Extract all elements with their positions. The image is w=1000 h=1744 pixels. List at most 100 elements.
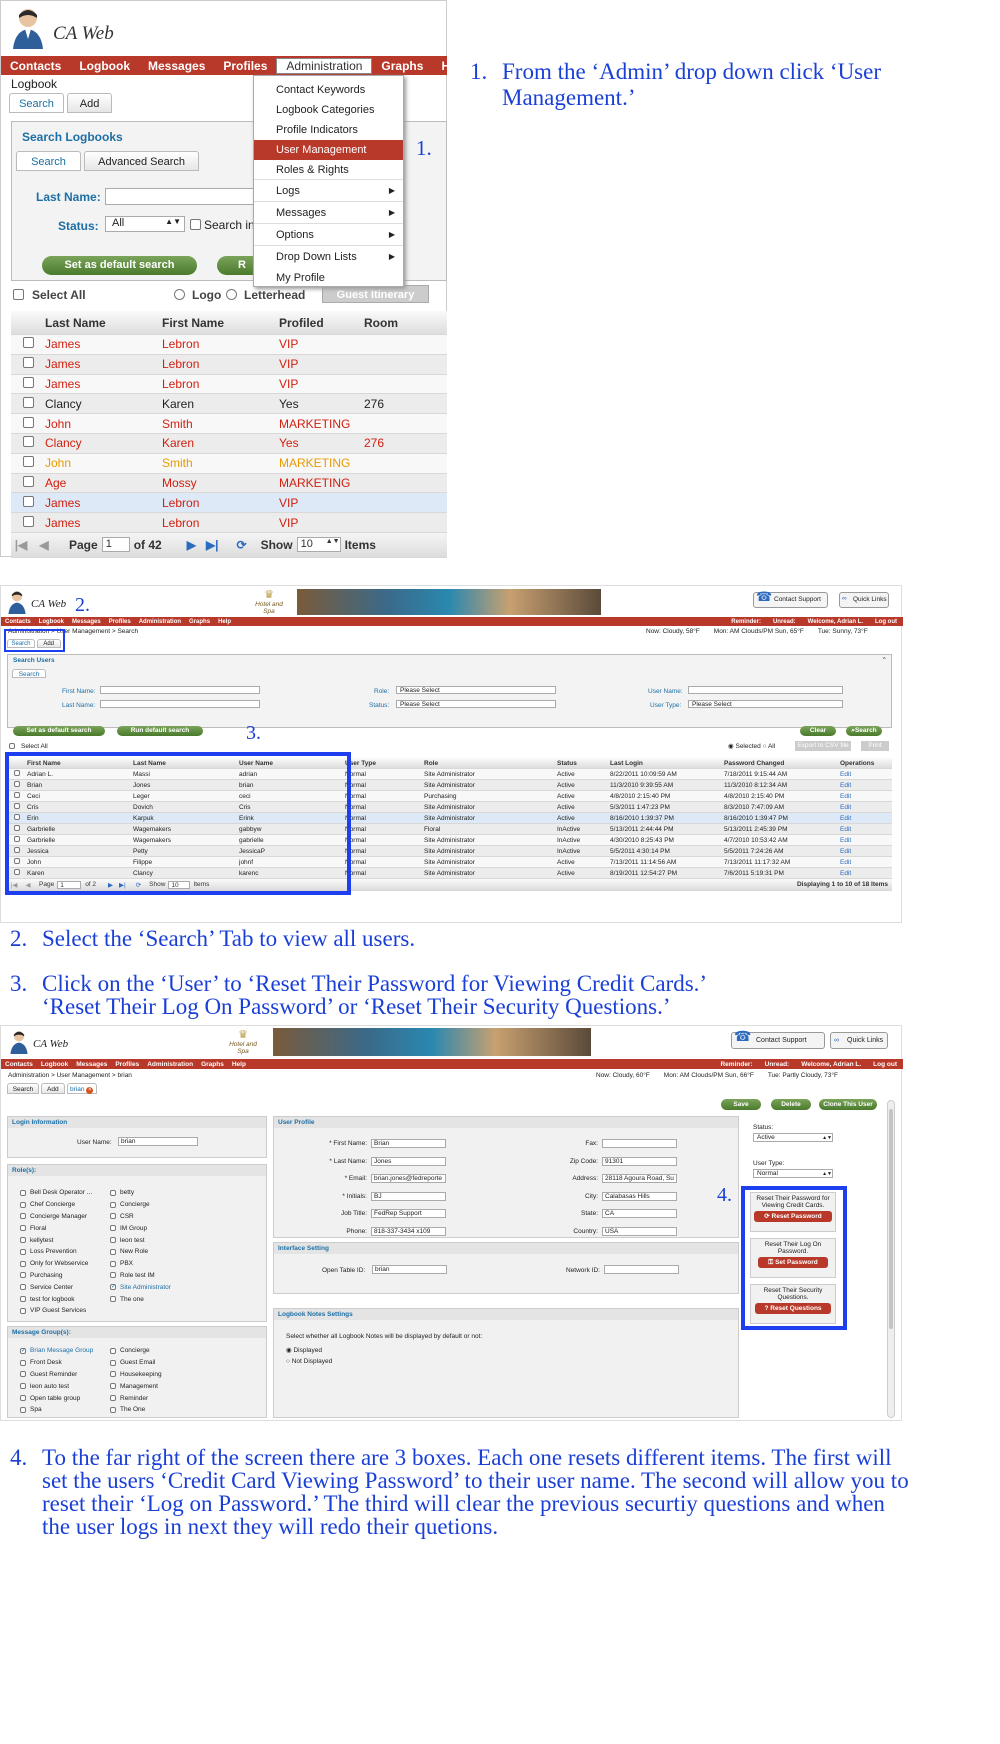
col-password-changed[interactable]: Password Changed: [724, 760, 840, 767]
tab-add[interactable]: Add: [36, 639, 61, 648]
checkbox[interactable]: [20, 1284, 26, 1291]
field-input[interactable]: Brian: [371, 1139, 446, 1149]
nav-profiles[interactable]: Profiles: [214, 59, 276, 73]
col-profiled[interactable]: Profiled: [279, 316, 364, 330]
nav-logbook[interactable]: Logbook: [35, 619, 68, 625]
letterhead-radio[interactable]: [226, 289, 237, 300]
reset-questions-button[interactable]: ? Reset Questions: [755, 1303, 831, 1314]
field-input[interactable]: [602, 1139, 677, 1149]
cell-edit-link[interactable]: Edit: [840, 771, 880, 778]
checkbox[interactable]: [20, 1201, 26, 1208]
subtab-search[interactable]: Search: [16, 151, 81, 171]
nav-contacts[interactable]: Contacts: [1, 619, 35, 625]
checkbox[interactable]: [20, 1395, 26, 1402]
close-tab-icon[interactable]: ×: [86, 1087, 94, 1094]
clone-user-button[interactable]: Clone This User: [819, 1099, 877, 1110]
selected-radio-label[interactable]: ◉ Selected ○ All: [728, 742, 775, 750]
checkbox[interactable]: [110, 1296, 116, 1303]
row-checkbox[interactable]: [22, 337, 34, 349]
field-input[interactable]: USA: [602, 1226, 677, 1236]
next-page-icon[interactable]: ▶: [187, 538, 196, 552]
row-checkbox[interactable]: [22, 416, 34, 428]
checkbox-item[interactable]: The one: [110, 1293, 171, 1305]
checkbox-item[interactable]: Concierge: [110, 1345, 162, 1357]
nav-messages[interactable]: Messages: [68, 619, 105, 625]
checkbox-item[interactable]: IM Group: [110, 1222, 171, 1234]
nav-messages[interactable]: Messages: [139, 59, 214, 73]
unread-label[interactable]: Unread:: [767, 619, 802, 625]
open-table-input[interactable]: brian: [372, 1265, 447, 1274]
col-role[interactable]: Role: [424, 760, 557, 767]
nav-logbook[interactable]: Logbook: [70, 59, 139, 73]
table-row[interactable]: John Smith MARKETING: [11, 453, 447, 474]
checkbox-item[interactable]: Reminder: [110, 1392, 162, 1404]
menu-profile-indicators[interactable]: Profile Indicators: [254, 120, 403, 140]
checkbox-item[interactable]: Role test IM: [110, 1270, 171, 1282]
checkbox[interactable]: [110, 1213, 116, 1220]
checkbox[interactable]: [110, 1371, 116, 1378]
nav-help[interactable]: Help: [214, 619, 235, 625]
menu-user-management[interactable]: User Management: [254, 140, 403, 160]
checkbox-item[interactable]: Loss Prevention: [20, 1246, 92, 1258]
displayed-radio[interactable]: ◉ Displayed: [286, 1346, 322, 1354]
user-type-select[interactable]: Please Select: [688, 700, 843, 708]
table-row[interactable]: James Lebron VIP: [11, 354, 447, 375]
checkbox[interactable]: [110, 1260, 116, 1267]
first-page-icon[interactable]: |◀: [11, 538, 31, 552]
select-all-checkbox[interactable]: [9, 743, 15, 749]
checkbox[interactable]: [20, 1371, 26, 1378]
row-checkbox[interactable]: [22, 357, 34, 369]
checkbox-item[interactable]: Concierge Manager: [20, 1211, 92, 1223]
checkbox[interactable]: [110, 1395, 116, 1402]
row-checkbox[interactable]: [22, 495, 34, 507]
last-name-input[interactable]: [100, 700, 260, 708]
contact-support-button[interactable]: ☎ Contact Support: [753, 590, 828, 608]
delete-button[interactable]: Delete: [771, 1099, 811, 1110]
col-user-type[interactable]: User Type: [345, 760, 424, 767]
checkbox-item[interactable]: Purchasing: [20, 1270, 92, 1282]
cell-edit-link[interactable]: Edit: [840, 848, 880, 855]
checkbox-item[interactable]: New Role: [110, 1246, 171, 1258]
field-input[interactable]: BJ: [371, 1191, 446, 1201]
checkbox[interactable]: [20, 1248, 26, 1255]
checkbox-item[interactable]: ✓ Site Administrator: [110, 1281, 171, 1293]
checkbox-item[interactable]: Front Desk: [20, 1357, 93, 1369]
nav-administration[interactable]: Administration: [135, 619, 185, 625]
col-room[interactable]: Room: [364, 316, 398, 330]
col-status[interactable]: Status: [557, 760, 610, 767]
user-name-input[interactable]: [688, 686, 843, 694]
not-displayed-radio[interactable]: ○ Not Displayed: [286, 1358, 332, 1365]
cell-edit-link[interactable]: Edit: [840, 837, 880, 844]
network-id-input[interactable]: [604, 1265, 679, 1274]
status-select[interactable]: All ▲▼: [105, 216, 185, 232]
menu-logs[interactable]: Logs ▶: [254, 180, 403, 202]
col-first-name[interactable]: First Name: [162, 316, 279, 330]
reset-password-button[interactable]: ⟳ Reset Password: [754, 1211, 832, 1222]
field-input[interactable]: brian.jones@fedreporte: [371, 1174, 446, 1184]
checkbox[interactable]: [110, 1248, 116, 1255]
collapse-icon[interactable]: ⌃: [882, 656, 887, 664]
row-checkbox[interactable]: [22, 475, 34, 487]
page-input[interactable]: 1: [101, 537, 130, 553]
checkbox[interactable]: [20, 1307, 26, 1314]
nav-administration[interactable]: Administration: [143, 1061, 197, 1068]
col-last-login[interactable]: Last Login: [610, 760, 724, 767]
menu-my-profile[interactable]: My Profile: [254, 268, 403, 288]
checkbox-item[interactable]: Guest Email: [110, 1357, 162, 1369]
checkbox[interactable]: [110, 1383, 116, 1390]
field-input[interactable]: Jones: [371, 1156, 446, 1166]
logout-link[interactable]: Log out: [869, 619, 903, 625]
nav-messages[interactable]: Messages: [72, 1061, 111, 1068]
field-input[interactable]: 28118 Agoura Road, Su: [602, 1174, 677, 1184]
reminder-label[interactable]: Reminder:: [714, 1061, 758, 1068]
checkbox-item[interactable]: Management: [110, 1380, 162, 1392]
subtab-advanced[interactable]: Advanced Search: [84, 151, 200, 171]
table-row[interactable]: James Lebron VIP: [11, 513, 447, 533]
checkbox[interactable]: [20, 1225, 26, 1232]
quick-links-button[interactable]: ∞ Quick Links: [830, 1032, 888, 1049]
checkbox-item[interactable]: Open table group: [20, 1392, 93, 1404]
checkbox-item[interactable]: leon auto test: [20, 1380, 93, 1392]
checkbox-item[interactable]: PBX: [110, 1258, 171, 1270]
tab-add[interactable]: Add: [40, 1083, 65, 1094]
user-name-input[interactable]: brian: [118, 1137, 198, 1146]
